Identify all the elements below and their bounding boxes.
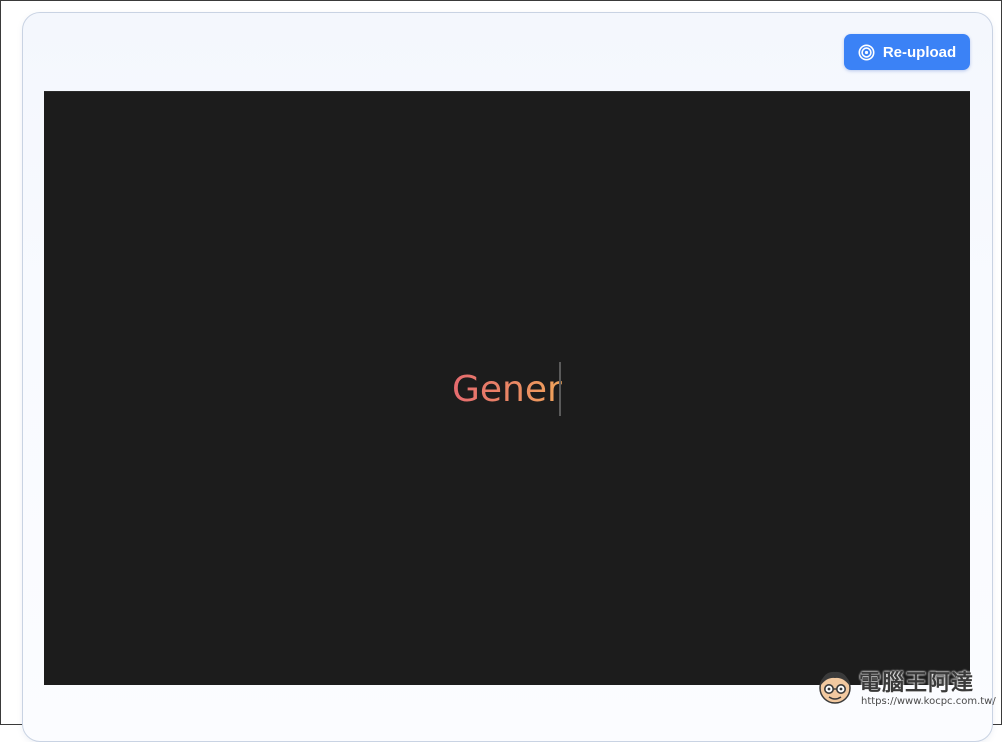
mascot-logo-icon [819,671,851,704]
watermark: 電腦王阿達 https://www.kocpc.com.tw/ [813,661,996,713]
preview-canvas[interactable]: Gener [44,91,970,685]
watermark-url: https://www.kocpc.com.tw/ [861,696,996,707]
target-icon [858,44,875,61]
watermark-title: 電腦王阿達 [859,671,975,696]
window-frame: Re-upload Gener 電腦王阿達 https://www.kocpc.… [0,0,1002,742]
reupload-label: Re-upload [882,43,957,61]
text-caret [559,362,561,416]
typing-text: Gener [452,362,562,416]
reupload-button[interactable]: Re-upload [844,34,970,70]
